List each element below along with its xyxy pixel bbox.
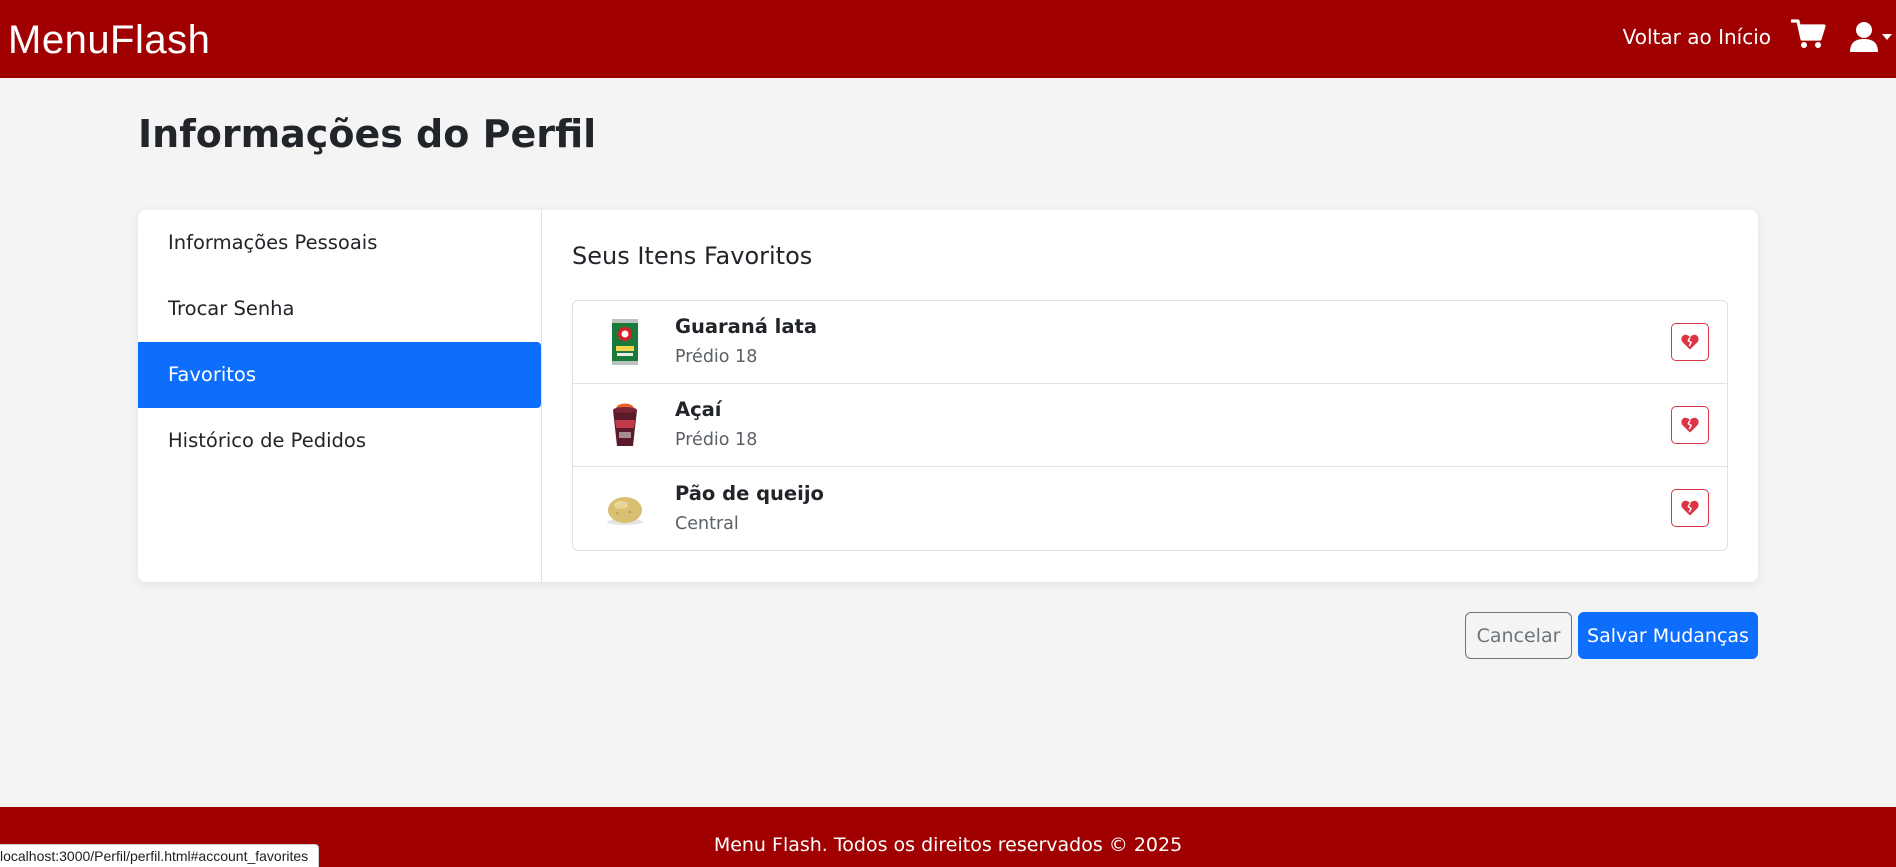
item-location: Central (675, 513, 739, 534)
item-info: Guaraná lata Prédio 18 (675, 313, 817, 371)
item-info: Pão de queijo Central (675, 480, 824, 538)
favorites-list: Guaraná lata Prédio 18 Açaí Prédio 18 Pã… (572, 300, 1728, 551)
acai-cup-image (595, 395, 655, 455)
item-name: Açaí (675, 398, 722, 421)
guarana-can-image (595, 312, 655, 372)
brand-logo[interactable]: MenuFlash (8, 18, 210, 63)
item-name: Pão de queijo (675, 481, 824, 505)
save-changes-button[interactable]: Salvar Mudanças (1578, 612, 1758, 659)
list-item: Guaraná lata Prédio 18 (573, 301, 1727, 384)
remove-favorite-button[interactable] (1671, 489, 1709, 527)
remove-favorite-button[interactable] (1671, 323, 1709, 361)
profile-card: Informações Pessoais Trocar Senha Favori… (138, 210, 1758, 582)
page-title: Informações do Perfil (138, 112, 597, 156)
list-item: Açaí Prédio 18 (573, 384, 1727, 467)
navbar-right: Voltar ao Início (1623, 0, 1896, 78)
item-location: Prédio 18 (675, 347, 758, 367)
cart-icon[interactable] (1790, 18, 1827, 54)
top-navbar: MenuFlash Voltar ao Início (0, 0, 1896, 78)
list-item: Pão de queijo Central (573, 467, 1727, 550)
broken-heart-icon (1681, 334, 1699, 350)
sidebar-item-order-history[interactable]: Histórico de Pedidos (138, 408, 541, 474)
profile-sidebar: Informações Pessoais Trocar Senha Favori… (138, 210, 542, 582)
user-menu-toggle[interactable] (1849, 21, 1892, 53)
sidebar-item-favorites[interactable]: Favoritos (138, 342, 541, 408)
chevron-down-icon (1882, 34, 1892, 40)
sidebar-item-change-password[interactable]: Trocar Senha (138, 276, 541, 342)
status-bar-url: localhost:3000/Perfil/perfil.html#accoun… (0, 844, 320, 867)
item-info: Açaí Prédio 18 (675, 396, 757, 454)
footer-copyright: Menu Flash. Todos os direitos reservados… (713, 834, 1183, 856)
broken-heart-icon (1681, 500, 1699, 516)
remove-favorite-button[interactable] (1671, 406, 1709, 444)
broken-heart-icon (1681, 417, 1699, 433)
home-link[interactable]: Voltar ao Início (1623, 25, 1771, 49)
item-name: Guaraná lata (675, 315, 817, 338)
user-icon (1850, 22, 1878, 52)
favorites-title: Seus Itens Favoritos (572, 242, 813, 270)
cheese-bread-image (595, 479, 655, 539)
favorites-panel: Seus Itens Favoritos Guaraná lata Prédio… (542, 210, 1758, 582)
cancel-button[interactable]: Cancelar (1465, 612, 1572, 659)
item-location: Prédio 18 (675, 430, 758, 450)
sidebar-item-personal-info[interactable]: Informações Pessoais (138, 210, 541, 276)
